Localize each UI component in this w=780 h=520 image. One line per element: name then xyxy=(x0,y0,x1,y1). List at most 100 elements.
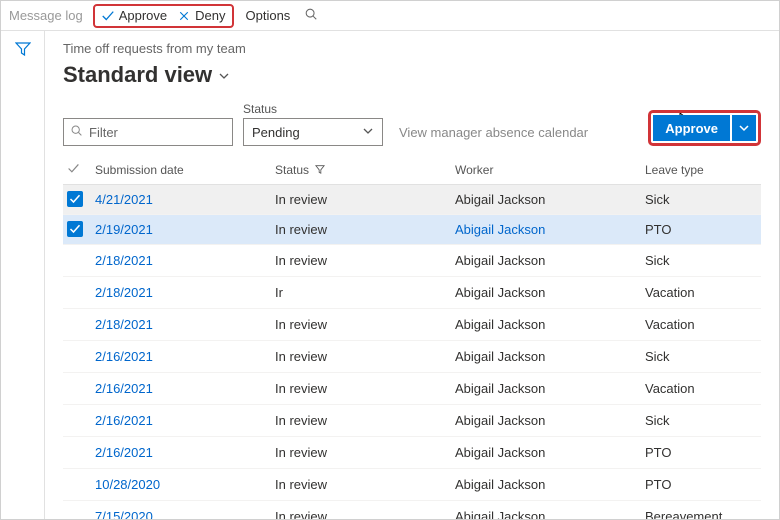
deny-button-top[interactable]: Deny xyxy=(177,8,225,23)
cell-leave: PTO xyxy=(641,215,761,245)
cell-date[interactable]: 2/18/2021 xyxy=(91,277,271,309)
cell-leave: Vacation xyxy=(641,277,761,309)
row-checkbox[interactable] xyxy=(63,469,91,501)
table-row[interactable]: 2/18/2021In reviewAbigail JacksonSick xyxy=(63,245,761,277)
cell-date[interactable]: 2/18/2021 xyxy=(91,245,271,277)
header-submission-date[interactable]: Submission date xyxy=(91,156,271,185)
check-icon xyxy=(67,507,83,519)
approve-button-top[interactable]: Approve xyxy=(101,8,167,23)
row-checkbox[interactable] xyxy=(63,501,91,520)
check-icon xyxy=(67,443,83,459)
requests-table: Submission date Status Worker Leave type… xyxy=(63,156,761,519)
cell-status: In review xyxy=(271,501,451,520)
cell-worker: Abigail Jackson xyxy=(451,245,641,277)
approve-button[interactable]: Approve xyxy=(653,115,730,141)
page-title-text: Standard view xyxy=(63,62,212,88)
check-icon xyxy=(101,9,115,23)
cell-status: In review xyxy=(271,437,451,469)
cell-status: Ir xyxy=(271,277,451,309)
cell-status: In review xyxy=(271,341,451,373)
table-row[interactable]: 2/18/2021IrAbigail JacksonVacation xyxy=(63,277,761,309)
cell-status: In review xyxy=(271,373,451,405)
search-icon xyxy=(70,124,83,140)
cell-date[interactable]: 4/21/2021 xyxy=(91,185,271,215)
table-header-row: Submission date Status Worker Leave type xyxy=(63,156,761,185)
cell-date[interactable]: 7/15/2020 xyxy=(91,501,271,520)
chevron-down-icon xyxy=(218,70,230,85)
cell-date[interactable]: 10/28/2020 xyxy=(91,469,271,501)
row-checkbox[interactable] xyxy=(63,245,91,277)
cell-date[interactable]: 2/16/2021 xyxy=(91,341,271,373)
table-row[interactable]: 2/16/2021In reviewAbigail JacksonSick xyxy=(63,405,761,437)
row-checkbox[interactable] xyxy=(63,185,91,215)
cell-worker: Abigail Jackson xyxy=(451,373,641,405)
row-checkbox[interactable] xyxy=(63,405,91,437)
approve-deny-group: Approve Deny xyxy=(93,4,234,28)
row-checkbox[interactable] xyxy=(63,373,91,405)
check-icon xyxy=(67,315,83,331)
select-all-header[interactable] xyxy=(63,156,91,185)
cell-status: In review xyxy=(271,215,451,245)
cell-leave: Bereavement xyxy=(641,501,761,520)
header-leave-type[interactable]: Leave type xyxy=(641,156,761,185)
chevron-down-icon xyxy=(362,125,374,140)
table-row[interactable]: 2/16/2021In reviewAbigail JacksonSick xyxy=(63,341,761,373)
options-menu[interactable]: Options xyxy=(246,8,291,23)
table-body: 4/21/2021In reviewAbigail JacksonSick2/1… xyxy=(63,185,761,520)
page-title[interactable]: Standard view xyxy=(63,62,761,88)
main-area: Time off requests from my team Standard … xyxy=(1,31,779,519)
cell-leave: Vacation xyxy=(641,373,761,405)
approve-label: Approve xyxy=(119,8,167,23)
check-icon xyxy=(67,347,83,363)
table-row[interactable]: 2/16/2021In reviewAbigail JacksonVacatio… xyxy=(63,373,761,405)
cell-leave: PTO xyxy=(641,437,761,469)
top-toolbar: Message log Approve Deny Options xyxy=(1,1,779,31)
cell-worker: Abigail Jackson xyxy=(451,501,641,520)
content-pane: Time off requests from my team Standard … xyxy=(45,31,779,519)
filter-input[interactable]: Filter xyxy=(63,118,233,146)
cell-worker: Abigail Jackson xyxy=(451,185,641,215)
cell-worker: Abigail Jackson xyxy=(451,405,641,437)
row-checkbox[interactable] xyxy=(63,309,91,341)
page-subtitle: Time off requests from my team xyxy=(63,41,761,56)
approve-button-label: Approve xyxy=(665,121,718,136)
header-status[interactable]: Status xyxy=(271,156,451,185)
cell-status: In review xyxy=(271,405,451,437)
table-row[interactable]: 10/28/2020In reviewAbigail JacksonPTO xyxy=(63,469,761,501)
row-checkbox[interactable] xyxy=(63,341,91,373)
check-icon xyxy=(67,475,83,491)
cell-date[interactable]: 2/16/2021 xyxy=(91,437,271,469)
absence-calendar-link[interactable]: View manager absence calendar xyxy=(399,125,588,146)
cell-worker: Abigail Jackson xyxy=(451,437,641,469)
header-worker[interactable]: Worker xyxy=(451,156,641,185)
status-select[interactable]: Pending xyxy=(243,118,383,146)
search-icon[interactable] xyxy=(304,7,318,24)
table-row[interactable]: 2/16/2021In reviewAbigail JacksonPTO xyxy=(63,437,761,469)
table-row[interactable]: 2/19/2021In reviewAbigail JacksonPTO xyxy=(63,215,761,245)
table-row[interactable]: 7/15/2020In reviewAbigail JacksonBereave… xyxy=(63,501,761,520)
cell-date[interactable]: 2/19/2021 xyxy=(91,215,271,245)
approve-dropdown[interactable] xyxy=(732,115,756,141)
status-label: Status xyxy=(243,102,383,116)
funnel-icon xyxy=(315,163,325,177)
row-checkbox[interactable] xyxy=(63,277,91,309)
row-checkbox[interactable] xyxy=(63,437,91,469)
cell-date[interactable]: 2/16/2021 xyxy=(91,373,271,405)
chevron-down-icon xyxy=(738,122,750,134)
funnel-icon[interactable] xyxy=(15,41,31,519)
cell-date[interactable]: 2/16/2021 xyxy=(91,405,271,437)
cell-leave: Sick xyxy=(641,245,761,277)
cell-date[interactable]: 2/18/2021 xyxy=(91,309,271,341)
controls-row: Filter Status Pending View manager absen… xyxy=(63,102,761,146)
cell-leave: Vacation xyxy=(641,309,761,341)
cell-worker: Abigail Jackson xyxy=(451,215,641,245)
check-icon xyxy=(67,251,83,267)
table-row[interactable]: 4/21/2021In reviewAbigail JacksonSick xyxy=(63,185,761,215)
deny-label: Deny xyxy=(195,8,225,23)
filter-placeholder: Filter xyxy=(89,125,118,140)
cell-worker: Abigail Jackson xyxy=(451,277,641,309)
cell-status: In review xyxy=(271,309,451,341)
table-row[interactable]: 2/18/2021In reviewAbigail JacksonVacatio… xyxy=(63,309,761,341)
status-filter: Status Pending xyxy=(243,102,383,146)
row-checkbox[interactable] xyxy=(63,215,91,245)
